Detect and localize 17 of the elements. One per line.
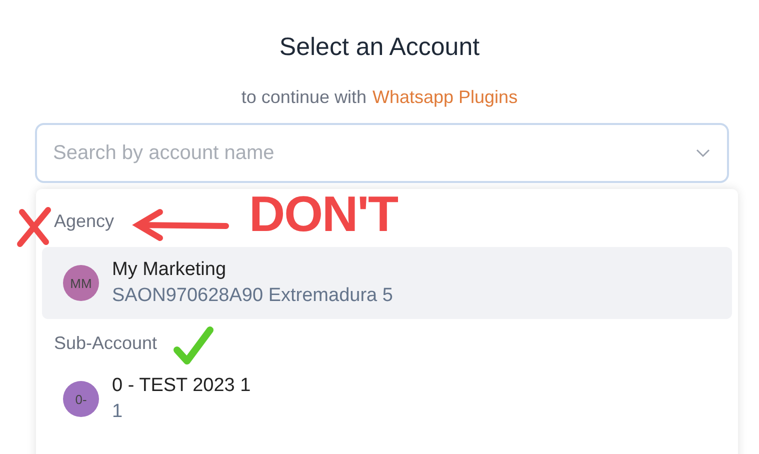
handwritten-note: DON'T bbox=[249, 189, 398, 239]
account-detail: SAON970628A90 Extremadura 5 bbox=[112, 285, 393, 307]
search-field[interactable]: Search by account name bbox=[35, 123, 729, 183]
cross-mark-drawing bbox=[17, 207, 51, 247]
avatar: 0- bbox=[63, 381, 99, 417]
group-label: Sub-Account bbox=[54, 333, 158, 355]
check-mark-drawing bbox=[174, 326, 214, 364]
account-detail: 1 bbox=[112, 401, 124, 423]
chevron-down-icon[interactable] bbox=[695, 148, 711, 158]
account-name: 0 - TEST 2023 1 bbox=[112, 375, 251, 397]
account-name: My Marketing bbox=[112, 259, 228, 281]
dialog-title: Select an Account bbox=[279, 33, 480, 62]
group-label: Agency bbox=[54, 211, 114, 233]
avatar: MM bbox=[63, 265, 99, 301]
subtitle-text: to continue with bbox=[241, 87, 366, 108]
account-option[interactable]: 0- 0 - TEST 2023 1 1 bbox=[42, 363, 732, 435]
account-option[interactable]: MM My Marketing SAON970628A90 Extremadura 5 bbox=[42, 247, 732, 319]
